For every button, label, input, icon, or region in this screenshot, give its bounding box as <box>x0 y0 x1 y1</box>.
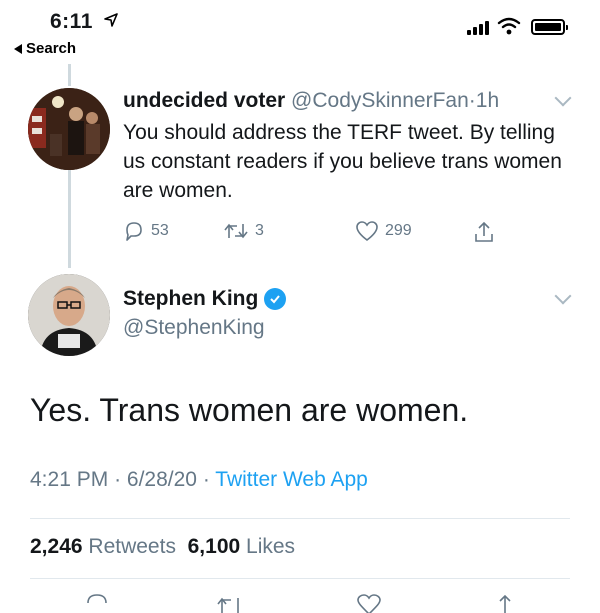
reply-separator: · <box>468 89 476 112</box>
reply-icon <box>126 222 142 241</box>
retweets-label: Retweets <box>88 535 176 558</box>
reply-text: You should address the TERF tweet. By te… <box>123 121 562 202</box>
thread-connector <box>68 156 71 268</box>
chevron-down-icon[interactable] <box>554 89 572 107</box>
share-button[interactable] <box>473 220 495 244</box>
tweet-meta: 4:21 PM · 6/28/20 · Twitter Web App <box>30 468 368 492</box>
status-time: 6:11 <box>50 10 93 33</box>
retweet-icon <box>224 223 248 239</box>
share-icon[interactable] <box>494 592 516 613</box>
likes-label: Likes <box>246 535 296 558</box>
main-tweet-actions <box>0 592 600 613</box>
reply-actions: 53 3 299 <box>123 220 563 246</box>
avatar-image <box>28 274 110 356</box>
retweet-count: 3 <box>255 222 264 239</box>
reply-handle[interactable]: @CodySkinnerFan <box>291 89 469 112</box>
verified-badge-icon <box>264 288 287 310</box>
tweet-time: 4:21 PM <box>30 468 109 491</box>
main-tweet-author[interactable]: Stephen King <box>123 287 287 311</box>
reply-button[interactable]: 53 <box>123 220 169 242</box>
retweets-stat[interactable]: 2,246 Retweets <box>30 535 176 558</box>
divider <box>30 578 570 579</box>
like-icon[interactable] <box>355 592 383 613</box>
reply-display-name[interactable]: undecided voter <box>123 89 285 112</box>
meta-separator-2: · <box>202 468 210 491</box>
retweet-icon[interactable] <box>215 592 245 613</box>
tweet-date: 6/28/20 <box>126 468 197 491</box>
back-to-search-link[interactable]: Search <box>14 40 76 57</box>
like-icon <box>356 221 378 242</box>
location-arrow-icon <box>104 13 118 27</box>
main-tweet-text: Yes. Trans women are women. <box>30 392 469 428</box>
reply-age: 1h <box>475 89 500 112</box>
avatar-stephen-king[interactable] <box>28 274 110 356</box>
signal-icon <box>467 21 489 35</box>
reply-icon[interactable] <box>84 592 110 613</box>
chevron-down-icon[interactable] <box>554 287 572 305</box>
reply-header: undecided voter @CodySkinnerFan·1h <box>123 89 499 113</box>
share-icon <box>475 221 493 242</box>
likes-count: 6,100 <box>187 535 241 558</box>
avatar-undecided-voter[interactable] <box>28 88 110 170</box>
tweet-source-link[interactable]: Twitter Web App <box>215 468 368 491</box>
main-handle[interactable]: @StephenKing <box>123 316 265 340</box>
like-count: 299 <box>385 222 412 239</box>
retweets-count: 2,246 <box>30 535 83 558</box>
back-arrow-icon <box>14 43 22 54</box>
wifi-icon <box>497 17 521 35</box>
retweet-button[interactable]: 3 <box>223 220 264 242</box>
thread-connector-top <box>68 64 71 86</box>
main-display-name: Stephen King <box>123 287 259 310</box>
divider <box>30 518 570 519</box>
battery-icon <box>531 19 568 35</box>
avatar-image <box>28 88 110 170</box>
likes-stat[interactable]: 6,100 Likes <box>188 535 295 558</box>
status-bar: 6:11 Search <box>0 0 600 64</box>
tweet-stats: 2,246 Retweets 6,100 Likes <box>30 535 295 559</box>
like-button[interactable]: 299 <box>355 220 412 242</box>
back-label: Search <box>26 40 77 57</box>
meta-separator-1: · <box>114 468 122 491</box>
reply-count: 53 <box>151 222 169 239</box>
